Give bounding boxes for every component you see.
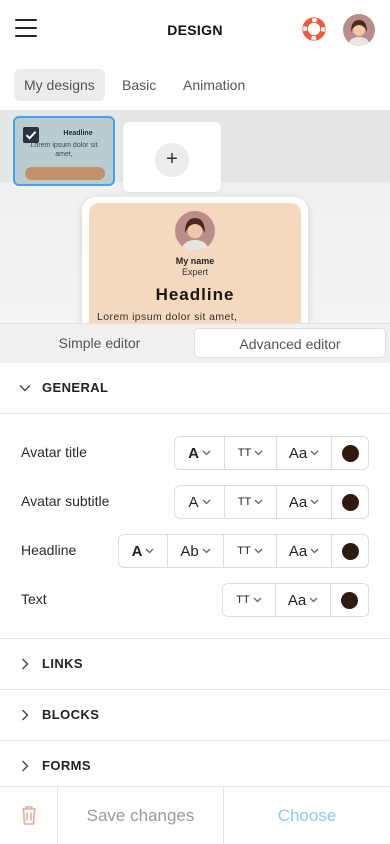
row-label: Headline xyxy=(21,542,77,558)
text-size-icon: TT xyxy=(237,447,252,459)
design-tabs: My designs Basic Animation xyxy=(0,60,390,110)
chevron-right-icon xyxy=(22,760,29,772)
text-case-icon: Aa xyxy=(288,542,308,560)
preview-avatar-subtitle: Expert xyxy=(181,267,208,277)
row-label: Text xyxy=(21,591,47,607)
tab-animation[interactable]: Animation xyxy=(173,69,255,101)
font-icon: A xyxy=(131,542,143,560)
lifebuoy-icon[interactable] xyxy=(302,17,326,41)
text-size-icon: TT xyxy=(237,496,252,508)
bottom-action-bar: Save changes Choose xyxy=(0,786,390,844)
hamburger-icon[interactable] xyxy=(15,19,37,37)
style-controls: A Ab TT Aa xyxy=(118,534,369,568)
choose-button[interactable]: Choose xyxy=(224,787,390,844)
font-weight-dropdown[interactable]: Ab xyxy=(168,535,224,567)
style-controls: A TT Aa xyxy=(174,485,369,519)
top-bar: DESIGN xyxy=(0,0,390,60)
text-case-dropdown[interactable]: Aa xyxy=(277,486,332,518)
section-links-label: LINKS xyxy=(42,656,83,671)
text-case-dropdown[interactable]: Aa xyxy=(277,437,332,469)
advanced-editor-button[interactable]: Advanced editor xyxy=(194,328,386,358)
color-swatch xyxy=(341,542,359,560)
font-size-dropdown[interactable]: TT xyxy=(224,535,277,567)
preview-headline: Headline xyxy=(155,285,235,304)
text-size-icon: TT xyxy=(237,545,251,557)
font-size-dropdown[interactable]: TT xyxy=(223,584,276,616)
text-case-icon: Aa xyxy=(288,444,308,462)
preview-avatar-title: My name xyxy=(175,256,215,266)
font-size-dropdown[interactable]: TT xyxy=(225,486,277,518)
thumbnail-text: Lorem ipsum dolor sit amet, xyxy=(30,142,98,158)
chevron-down-icon xyxy=(310,499,319,505)
simple-editor-button[interactable]: Simple editor xyxy=(5,328,194,358)
text-case-icon: Aa xyxy=(287,591,307,609)
tab-my-designs[interactable]: My designs xyxy=(14,69,105,101)
font-family-dropdown[interactable]: A xyxy=(119,535,168,567)
chevron-down-icon xyxy=(253,597,262,603)
phone-preview: My name Expert Headline Lorem ipsum dolo… xyxy=(82,197,308,325)
style-controls: TT Aa xyxy=(222,583,369,617)
chevron-down-icon xyxy=(310,450,319,456)
color-picker[interactable] xyxy=(332,437,368,469)
font-size-dropdown[interactable]: TT xyxy=(225,437,277,469)
chevron-down-icon xyxy=(202,548,211,554)
delete-button[interactable] xyxy=(0,787,58,844)
row-label: Avatar subtitle xyxy=(21,493,110,509)
phone-screen: My name Expert Headline Lorem ipsum dolo… xyxy=(89,203,301,325)
chevron-right-icon xyxy=(22,709,29,721)
user-avatar[interactable] xyxy=(343,14,375,46)
text-case-dropdown[interactable]: Aa xyxy=(277,535,332,567)
style-row-text: Text TT Aa xyxy=(0,580,390,618)
color-picker[interactable] xyxy=(332,535,368,567)
font-icon: A xyxy=(188,444,199,462)
editor-mode-toggle: Simple editor Advanced editor xyxy=(0,323,390,363)
add-design-button[interactable]: + xyxy=(123,122,221,192)
chevron-down-icon xyxy=(202,499,210,505)
row-label: Avatar title xyxy=(21,444,87,460)
color-picker[interactable] xyxy=(332,486,368,518)
chevron-down-icon xyxy=(254,548,263,554)
color-swatch xyxy=(341,493,359,511)
section-blocks[interactable]: BLOCKS xyxy=(0,690,390,741)
preview-avatar xyxy=(175,211,215,251)
thumbnail-link-button xyxy=(25,167,105,180)
tab-basic[interactable]: Basic xyxy=(112,69,166,101)
thumbnail-headline: Headline xyxy=(63,130,93,137)
chevron-down-icon xyxy=(254,499,263,505)
color-picker[interactable] xyxy=(331,584,368,616)
chevron-down-icon xyxy=(19,385,31,392)
chevron-down-icon xyxy=(145,548,154,554)
font-family-dropdown[interactable]: A xyxy=(175,486,225,518)
preview-text: Lorem ipsum dolor sit amet, xyxy=(97,311,238,323)
chevron-down-icon xyxy=(309,597,318,603)
section-forms-label: FORMS xyxy=(42,758,91,773)
save-changes-button[interactable]: Save changes xyxy=(58,787,224,844)
font-icon: A xyxy=(188,493,199,511)
chevron-down-icon xyxy=(254,450,263,456)
style-row-headline: Headline A Ab TT Aa xyxy=(0,531,390,569)
section-blocks-label: BLOCKS xyxy=(42,707,100,722)
color-swatch xyxy=(341,444,359,462)
chevron-right-icon xyxy=(22,658,29,670)
section-general[interactable]: GENERAL xyxy=(0,363,390,414)
font-family-dropdown[interactable]: A xyxy=(175,437,225,469)
text-size-icon: TT xyxy=(236,594,250,606)
font-weight-icon: Ab xyxy=(180,542,199,560)
design-thumbnail-selected[interactable]: Headline Lorem ipsum dolor sit amet, xyxy=(13,116,115,186)
design-preview-area: Headline Lorem ipsum dolor sit amet, + M… xyxy=(0,110,390,325)
style-row-avatar-subtitle: Avatar subtitle A TT Aa xyxy=(0,482,390,520)
chevron-down-icon xyxy=(310,548,319,554)
section-forms[interactable]: FORMS xyxy=(0,741,390,792)
color-swatch xyxy=(341,591,358,609)
trash-icon xyxy=(22,806,36,825)
text-case-dropdown[interactable]: Aa xyxy=(276,584,331,616)
style-row-avatar-title: Avatar title A TT Aa xyxy=(0,433,390,471)
style-controls: A TT Aa xyxy=(174,436,369,470)
page-title: DESIGN xyxy=(167,22,223,38)
section-links[interactable]: LINKS xyxy=(0,639,390,690)
text-case-icon: Aa xyxy=(288,493,308,511)
plus-icon: + xyxy=(155,143,189,177)
section-general-label: GENERAL xyxy=(42,380,109,395)
chevron-down-icon xyxy=(202,450,211,456)
